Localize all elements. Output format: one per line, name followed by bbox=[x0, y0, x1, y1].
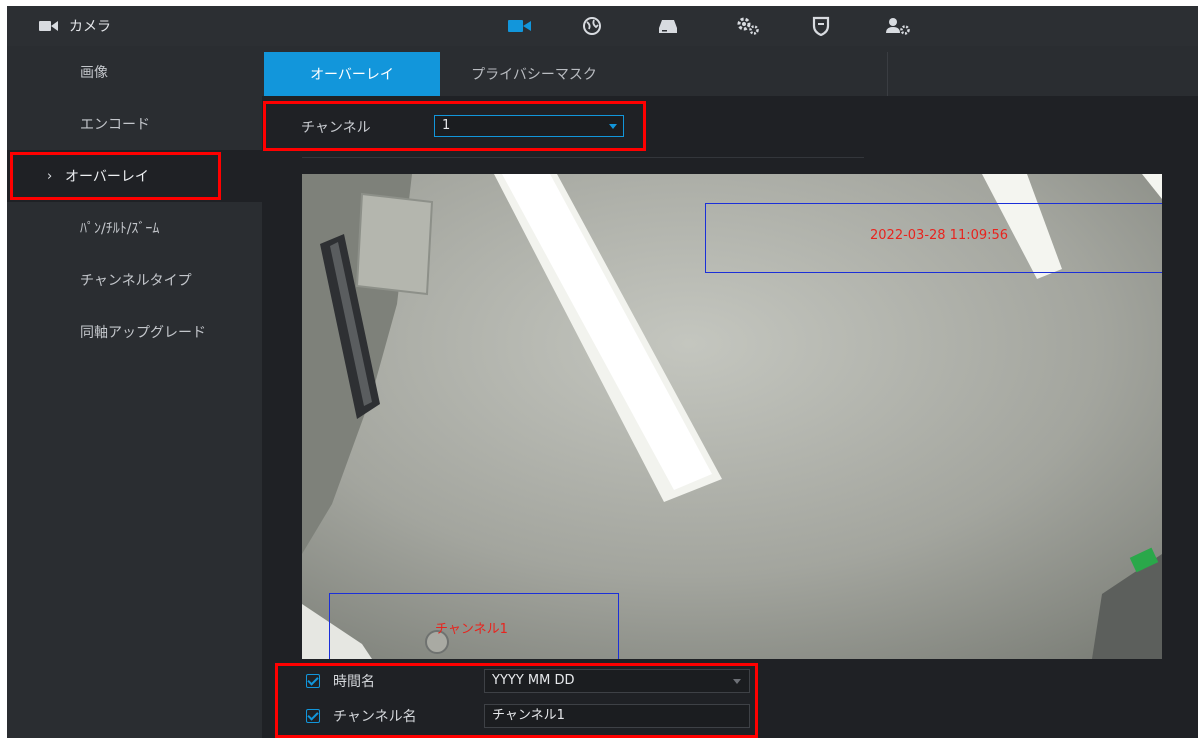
dropdown-arrow-icon bbox=[609, 124, 617, 129]
channel-name-input[interactable]: チャンネル1 bbox=[484, 704, 750, 728]
channel-title-row: チャンネル名 bbox=[306, 704, 417, 728]
network-globe-icon[interactable] bbox=[563, 6, 621, 46]
security-shield-icon[interactable] bbox=[792, 6, 850, 46]
tab-label: プライバシーマスク bbox=[471, 67, 597, 83]
sidebar-item-encode[interactable]: エンコード bbox=[7, 98, 262, 150]
channel-title-label: チャンネル名 bbox=[333, 709, 417, 725]
sidebar-item-label: ﾊﾟﾝ/ﾁﾙﾄ/ｽﾞｰﾑ bbox=[80, 221, 160, 237]
sidebar-item-label: 同軸アップグレード bbox=[80, 325, 206, 341]
sidebar-item-label: 画像 bbox=[80, 65, 108, 81]
sidebar-item-coax-upgrade[interactable]: 同軸アップグレード bbox=[7, 306, 262, 358]
channel-label: チャンネル bbox=[301, 120, 371, 136]
camera-icon bbox=[39, 19, 59, 33]
dropdown-arrow-icon bbox=[733, 679, 741, 684]
channel-overlay-text: チャンネル1 bbox=[435, 622, 508, 637]
tab-bar: オーバーレイ プライバシーマスク bbox=[262, 46, 1198, 96]
app-window: カメラ 画像 エンコード › オーバーレイ ﾊﾟﾝ/ﾁﾙﾄ/ｽﾞｰﾑ チャンネル… bbox=[7, 6, 1198, 738]
settings-gears-icon[interactable] bbox=[719, 6, 777, 46]
sidebar-item-label: チャンネルタイプ bbox=[80, 273, 192, 289]
storage-icon[interactable] bbox=[639, 6, 697, 46]
time-format-select[interactable]: YYYY MM DD bbox=[484, 669, 750, 693]
nav-camera-icon[interactable] bbox=[491, 6, 549, 46]
sidebar-item-ptz[interactable]: ﾊﾟﾝ/ﾁﾙﾄ/ｽﾞｰﾑ bbox=[7, 202, 262, 254]
time-format-value: YYYY MM DD bbox=[492, 673, 575, 688]
window-title: カメラ bbox=[39, 6, 111, 46]
sidebar: 画像 エンコード › オーバーレイ ﾊﾟﾝ/ﾁﾙﾄ/ｽﾞｰﾑ チャンネルタイプ … bbox=[7, 46, 262, 738]
tab-label: オーバーレイ bbox=[310, 67, 394, 83]
chevron-right-icon: › bbox=[47, 168, 53, 184]
time-title-checkbox[interactable] bbox=[306, 674, 320, 688]
channel-select[interactable]: 1 bbox=[434, 115, 624, 137]
tab-privacy-mask[interactable]: プライバシーマスク bbox=[444, 52, 624, 96]
camera-preview: 2022-03-28 11:09:56 チャンネル1 bbox=[302, 174, 1162, 659]
top-bar: カメラ bbox=[7, 6, 1198, 46]
time-title-label: 時間名 bbox=[333, 674, 375, 690]
tab-overlay[interactable]: オーバーレイ bbox=[264, 52, 440, 96]
sidebar-item-channel-type[interactable]: チャンネルタイプ bbox=[7, 254, 262, 306]
sidebar-item-label: エンコード bbox=[80, 117, 150, 133]
time-overlay-text: 2022-03-28 11:09:56 bbox=[870, 228, 1009, 243]
sidebar-item-image[interactable]: 画像 bbox=[7, 46, 262, 98]
sidebar-item-label: オーバーレイ bbox=[65, 169, 149, 185]
sidebar-item-overlay[interactable]: › オーバーレイ bbox=[7, 150, 262, 202]
divider bbox=[302, 157, 864, 158]
account-icon[interactable] bbox=[869, 6, 927, 46]
window-title-label: カメラ bbox=[69, 19, 111, 35]
channel-title-checkbox[interactable] bbox=[306, 709, 320, 723]
time-title-row: 時間名 bbox=[306, 669, 375, 693]
channel-select-value: 1 bbox=[442, 118, 451, 133]
channel-name-value: チャンネル1 bbox=[492, 708, 565, 723]
tab-divider bbox=[887, 52, 888, 96]
